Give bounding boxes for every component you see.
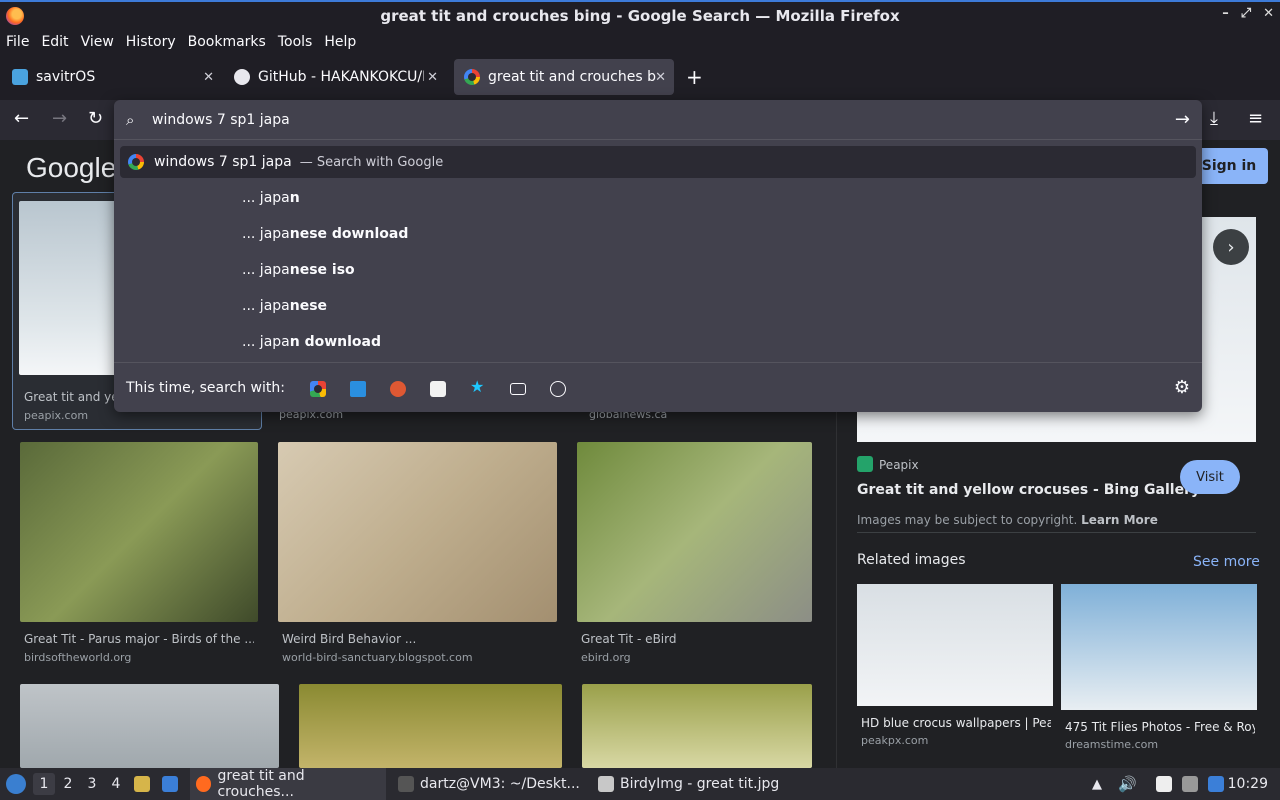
learn-more-link[interactable]: Learn More <box>1081 513 1158 527</box>
taskbar: 1 2 3 4 great tit and crouches... dartz@… <box>0 768 1280 800</box>
preview-source: Peapix <box>879 458 919 472</box>
back-icon[interactable]: ← <box>14 108 29 129</box>
urlbar-dropdown: ⌕ windows 7 sp1 japa → windows 7 sp1 jap… <box>114 100 1202 412</box>
github-favicon-icon <box>234 69 250 85</box>
see-more-link[interactable]: See more <box>1193 554 1260 570</box>
result-image[interactable] <box>278 442 557 622</box>
volume-icon[interactable]: 🔊 <box>1118 768 1137 800</box>
close-icon[interactable]: ✕ <box>1263 6 1274 21</box>
search-icon: ⌕ <box>126 110 135 129</box>
url-input[interactable]: windows 7 sp1 japa <box>152 112 290 128</box>
suggestion-search-with-google[interactable]: windows 7 sp1 japa — Search with Google <box>120 146 1196 178</box>
peapix-favicon-icon <box>857 456 873 472</box>
preview-title[interactable]: Great tit and yellow crocuses - Bing Gal… <box>857 482 1200 498</box>
workspace-3[interactable]: 3 <box>81 773 103 795</box>
workspace-switcher: 1 2 3 4 <box>33 768 127 800</box>
history-clock-icon[interactable] <box>550 381 566 397</box>
result-image[interactable] <box>582 684 812 768</box>
network-icon[interactable] <box>1182 768 1204 800</box>
go-arrow-icon[interactable]: → <box>1175 109 1190 130</box>
result-image[interactable] <box>20 684 279 768</box>
menu-tools[interactable]: Tools <box>272 34 319 50</box>
taskbar-birdyimg-window[interactable]: BirdyImg - great tit.jpg <box>592 768 792 800</box>
tab-close-icon[interactable]: ✕ <box>427 70 438 85</box>
taskbar-firefox-window[interactable]: great tit and crouches... <box>190 768 386 800</box>
tab-bar: savitrOS ✕ GitHub - HAKANKOKCU/B ✕ great… <box>0 54 1280 100</box>
menu-help[interactable]: Help <box>318 34 362 50</box>
result-image[interactable] <box>577 442 812 622</box>
menu-bookmarks[interactable]: Bookmarks <box>182 34 272 50</box>
related-source: dreamstime.com <box>1065 738 1159 751</box>
suggestion-item[interactable]: ... japa n <box>242 180 300 216</box>
tab-savitros[interactable]: savitrOS ✕ <box>2 59 222 95</box>
next-image-icon[interactable]: › <box>1213 229 1249 265</box>
menu-file[interactable]: File <box>0 34 35 50</box>
google-favicon-icon <box>464 69 480 85</box>
ebay-engine-icon[interactable] <box>430 381 446 397</box>
result-image[interactable] <box>20 442 258 622</box>
tab-close-icon[interactable]: ✕ <box>655 70 666 85</box>
result-card[interactable]: Weird Bird Behavior ... world-bird-sanct… <box>278 442 557 672</box>
menu-view[interactable]: View <box>75 34 120 50</box>
bing-engine-icon[interactable] <box>350 381 366 397</box>
workspace-2[interactable]: 2 <box>57 773 79 795</box>
reload-icon[interactable]: ↻ <box>88 108 103 129</box>
window-titlebar: great tit and crouches bing - Google Sea… <box>0 0 1280 30</box>
suggestion-item[interactable]: ... japa nese download <box>242 216 408 252</box>
google-icon <box>128 154 144 170</box>
related-source: peakpx.com <box>861 734 929 747</box>
google-engine-icon[interactable] <box>310 381 326 397</box>
firefox-icon <box>6 7 24 25</box>
suggestion-item[interactable]: ... japa n download <box>242 324 381 360</box>
start-menu-icon[interactable] <box>6 768 26 800</box>
menu-edit[interactable]: Edit <box>35 34 74 50</box>
result-card[interactable]: Great Tit - eBird ebird.org <box>577 442 812 672</box>
related-image[interactable] <box>857 584 1053 706</box>
google-logo[interactable]: Google <box>26 152 116 184</box>
maximize-icon[interactable]: ⤢ <box>1241 6 1251 21</box>
workspace-4[interactable]: 4 <box>105 773 127 795</box>
search-with-label: This time, search with: <box>126 379 285 396</box>
duckduckgo-engine-icon[interactable] <box>390 381 406 397</box>
file-manager-icon[interactable] <box>134 768 156 800</box>
minimize-icon[interactable]: – <box>1222 6 1229 21</box>
suggestion-item[interactable]: ... japa nese <box>242 288 327 324</box>
copyright-notice: Images may be subject to copyright. <box>857 513 1078 527</box>
menu-history[interactable]: History <box>120 34 182 50</box>
settings-gear-icon[interactable]: ⚙ <box>1174 377 1190 398</box>
downloads-icon[interactable]: ⤓ <box>1210 108 1218 129</box>
firefox-icon <box>196 776 212 792</box>
search-engine-row: This time, search with: ★ ⚙ <box>114 362 1202 412</box>
suggestion-item[interactable]: ... japa nese iso <box>242 252 355 288</box>
tab-google-search[interactable]: great tit and crouches bi ✕ <box>454 59 674 95</box>
clock: 10:29 <box>1227 776 1268 792</box>
result-image[interactable] <box>299 684 562 768</box>
url-bar[interactable]: ⌕ windows 7 sp1 japa → <box>114 100 1202 140</box>
desktop-icon[interactable] <box>162 768 184 800</box>
tabs-icon[interactable] <box>510 383 526 395</box>
new-tab-icon[interactable]: + <box>686 65 703 89</box>
forward-icon[interactable]: → <box>52 108 67 129</box>
taskbar-terminal-window[interactable]: dartz@VM3: ~/Deskt... <box>392 768 588 800</box>
menu-bar: File Edit View History Bookmarks Tools H… <box>0 30 1280 54</box>
visit-button[interactable]: Visit <box>1180 460 1240 494</box>
clipboard-icon[interactable] <box>1156 768 1178 800</box>
related-caption: 475 Tit Flies Photos - Free & Roy... <box>1065 720 1255 734</box>
tab-github[interactable]: GitHub - HAKANKOKCU/B ✕ <box>224 59 446 95</box>
related-images-title: Related images <box>857 552 966 568</box>
app-menu-icon[interactable]: ≡ <box>1248 108 1263 129</box>
tray-up-icon[interactable]: ▲ <box>1092 768 1102 800</box>
tab-close-icon[interactable]: ✕ <box>203 70 214 85</box>
divider <box>857 532 1256 533</box>
related-image[interactable] <box>1061 584 1257 710</box>
window-title: great tit and crouches bing - Google Sea… <box>380 7 900 25</box>
terminal-icon <box>398 776 414 792</box>
bookmarks-star-icon[interactable]: ★ <box>470 377 486 396</box>
image-viewer-icon <box>598 776 614 792</box>
savitros-favicon-icon <box>12 69 28 85</box>
result-card[interactable]: Great Tit - Parus major - Birds of the .… <box>20 442 258 672</box>
related-caption: HD blue crocus wallpapers | Pea... <box>861 716 1051 730</box>
workspace-1[interactable]: 1 <box>33 773 55 795</box>
